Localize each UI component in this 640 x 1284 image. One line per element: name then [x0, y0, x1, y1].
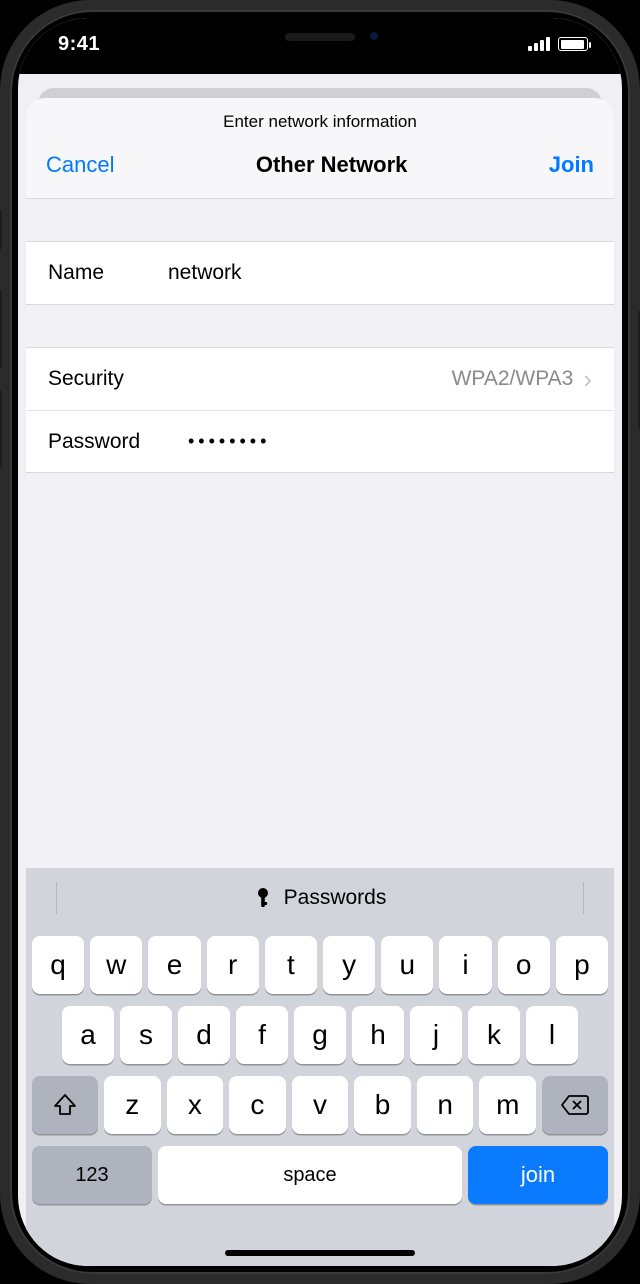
sheet-subtitle: Enter network information [26, 98, 614, 138]
key-e[interactable]: e [148, 936, 200, 994]
join-button[interactable]: Join [549, 152, 594, 178]
keyboard-row-4: 123 space join [32, 1146, 608, 1204]
phone-notch [180, 18, 460, 56]
key-q[interactable]: q [32, 936, 84, 994]
key-t[interactable]: t [265, 936, 317, 994]
key-v[interactable]: v [292, 1076, 349, 1134]
cancel-button[interactable]: Cancel [46, 152, 114, 178]
key-j[interactable]: j [410, 1006, 462, 1064]
keyboard-row-1: q w e r t y u i o p [32, 936, 608, 994]
phone-frame: 9:41 Enter network information Cancel Ot… [0, 0, 640, 1284]
keyboard-row-3: z x c v b n m [32, 1076, 608, 1134]
phone-bezel: 9:41 Enter network information Cancel Ot… [10, 10, 630, 1274]
key-l[interactable]: l [526, 1006, 578, 1064]
key-i[interactable]: i [439, 936, 491, 994]
home-indicator[interactable] [225, 1250, 415, 1256]
key-z[interactable]: z [104, 1076, 161, 1134]
shift-key[interactable] [32, 1076, 98, 1134]
keyboard-suggestion-bar[interactable]: Passwords [26, 868, 614, 928]
name-label: Name [48, 261, 168, 285]
key-n[interactable]: n [417, 1076, 474, 1134]
password-row[interactable]: Password •••••••• [26, 410, 614, 472]
key-r[interactable]: r [207, 936, 259, 994]
key-x[interactable]: x [167, 1076, 224, 1134]
volume-down-button [0, 390, 2, 468]
key-c[interactable]: c [229, 1076, 286, 1134]
security-group: Security WPA2/WPA3 › Password •••••••• [26, 347, 614, 473]
key-f[interactable]: f [236, 1006, 288, 1064]
name-row[interactable]: Name [26, 242, 614, 304]
security-row[interactable]: Security WPA2/WPA3 › [26, 348, 614, 410]
key-g[interactable]: g [294, 1006, 346, 1064]
software-keyboard: Passwords q w e r t y u i o [26, 868, 614, 1266]
key-a[interactable]: a [62, 1006, 114, 1064]
speaker-grille [285, 33, 355, 41]
security-label: Security [48, 367, 168, 391]
cellular-signal-icon [528, 37, 550, 51]
key-d[interactable]: d [178, 1006, 230, 1064]
key-w[interactable]: w [90, 936, 142, 994]
key-y[interactable]: y [323, 936, 375, 994]
key-h[interactable]: h [352, 1006, 404, 1064]
battery-icon [558, 37, 588, 51]
security-value: WPA2/WPA3 [168, 367, 573, 391]
key-k[interactable]: k [468, 1006, 520, 1064]
key-b[interactable]: b [354, 1076, 411, 1134]
space-key[interactable]: space [158, 1146, 462, 1204]
phone-screen: 9:41 Enter network information Cancel Ot… [18, 18, 622, 1266]
password-label: Password [48, 430, 188, 454]
numbers-key[interactable]: 123 [32, 1146, 152, 1204]
sheet-navbar: Cancel Other Network Join [26, 138, 614, 199]
chevron-right-icon: › [583, 373, 592, 386]
key-o[interactable]: o [498, 936, 550, 994]
keyboard-suggestion-label: Passwords [284, 886, 387, 910]
network-name-input[interactable] [168, 261, 592, 285]
status-time: 9:41 [58, 33, 100, 56]
mute-switch [0, 210, 2, 250]
keyboard-row-2: a s d f g h j k l [32, 1006, 608, 1064]
key-m[interactable]: m [479, 1076, 536, 1134]
key-s[interactable]: s [120, 1006, 172, 1064]
sheet-title: Other Network [256, 152, 408, 178]
name-group: Name [26, 241, 614, 305]
front-camera [368, 30, 380, 42]
password-value: •••••••• [188, 431, 270, 452]
key-icon [254, 887, 272, 909]
keyboard-join-key[interactable]: join [468, 1146, 608, 1204]
modal-sheet: Enter network information Cancel Other N… [26, 98, 614, 1266]
key-p[interactable]: p [556, 936, 608, 994]
volume-up-button [0, 290, 2, 368]
backspace-key[interactable] [542, 1076, 608, 1134]
key-u[interactable]: u [381, 936, 433, 994]
